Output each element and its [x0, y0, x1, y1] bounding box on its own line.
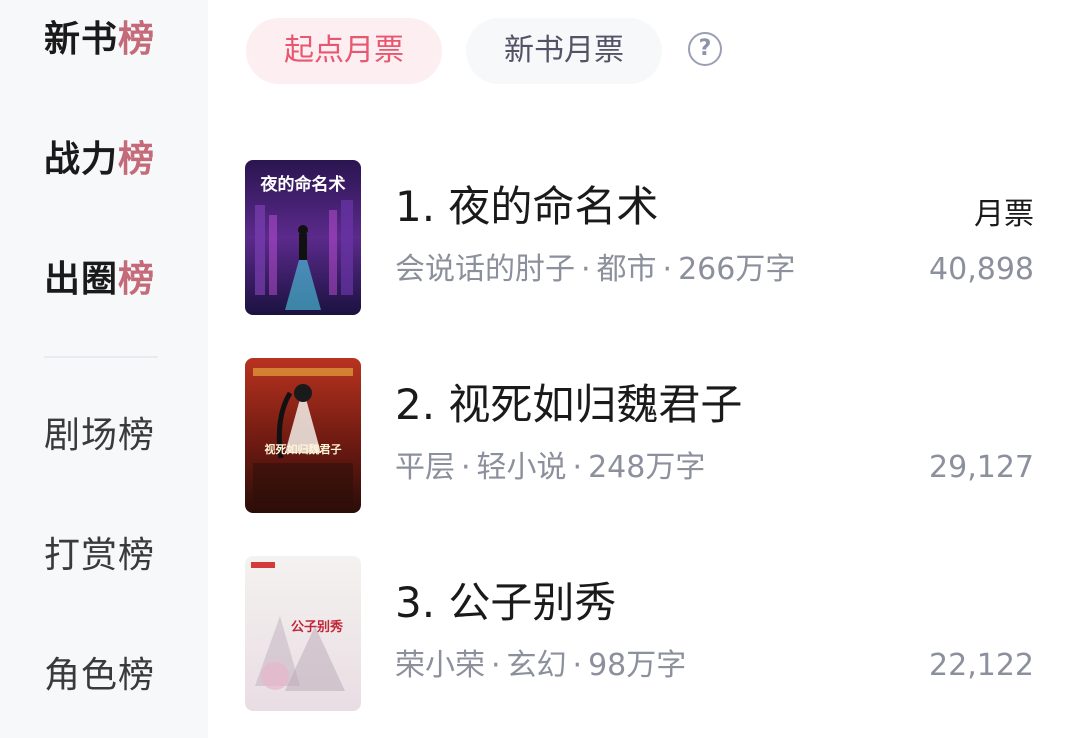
sidebar-item-theater[interactable]: 剧场榜: [44, 414, 155, 458]
sidebar-item-power[interactable]: 战力榜: [44, 138, 155, 182]
book-cover[interactable]: 夜的命名术: [245, 160, 361, 315]
tab-qidian-monthly[interactable]: 起点月票: [246, 18, 442, 84]
sidebar-item-label: 新书: [44, 19, 119, 60]
sidebar-item-new-books[interactable]: 新书榜: [44, 18, 155, 62]
sidebar-item-label-accent: 榜: [118, 19, 156, 60]
book-meta: 荣小荣 · 玄幻 · 98万字: [395, 646, 686, 686]
tab-new-book-monthly[interactable]: 新书月票: [466, 18, 662, 84]
sidebar-item-reward[interactable]: 打赏榜: [44, 534, 155, 578]
cover-title-text: 视死如归魏君子: [265, 442, 342, 456]
monthly-ticket-count: 22,122: [929, 648, 1034, 683]
meta-separator: ·: [572, 450, 583, 485]
cover-title-text: 夜的命名术: [260, 174, 346, 195]
book-word-count: 248万字: [588, 450, 706, 485]
sidebar-item-label: 战力: [44, 139, 119, 180]
book-genre: 轻小说: [476, 450, 567, 485]
sidebar-item-label: 出圈: [44, 259, 119, 300]
sidebar-item-breakout[interactable]: 出圈榜: [44, 258, 155, 302]
book-word-count: 266万字: [678, 252, 796, 287]
book-author[interactable]: 平层: [395, 450, 455, 485]
book-cover[interactable]: 公子别秀: [245, 556, 361, 711]
book-author[interactable]: 会说话的肘子: [395, 252, 575, 287]
book-genre: 玄幻: [506, 648, 567, 683]
sidebar: 新书榜 战力榜 出圈榜 剧场榜 打赏榜 角色榜: [0, 0, 208, 738]
monthly-ticket-count: 40,898: [929, 252, 1034, 287]
book-meta: 平层 · 轻小说 · 248万字: [395, 448, 705, 488]
book-title[interactable]: 3. 公子别秀: [395, 578, 616, 628]
book-meta: 会说话的肘子 · 都市 · 266万字: [395, 250, 795, 290]
sidebar-item-label-accent: 榜: [118, 259, 156, 300]
meta-separator: ·: [581, 252, 591, 287]
monthly-ticket-count: 29,127: [929, 450, 1034, 485]
book-title[interactable]: 1. 夜的命名术: [395, 182, 658, 232]
sidebar-divider: [44, 356, 158, 358]
meta-separator: ·: [461, 450, 471, 485]
monthly-ticket-header: 月票: [974, 197, 1034, 232]
book-cover[interactable]: 视死如归魏君子: [245, 358, 361, 513]
cover-title-text: 公子别秀: [291, 619, 344, 635]
sidebar-item-label-accent: 榜: [118, 139, 156, 180]
meta-separator: ·: [662, 252, 673, 287]
book-author[interactable]: 荣小荣: [395, 648, 485, 683]
question-circle-icon[interactable]: ?: [688, 32, 722, 66]
book-word-count: 98万字: [588, 648, 687, 683]
book-genre: 都市: [596, 252, 657, 287]
book-title[interactable]: 2. 视死如归魏君子: [395, 380, 742, 430]
meta-separator: ·: [491, 648, 501, 683]
sidebar-item-character[interactable]: 角色榜: [44, 654, 155, 698]
meta-separator: ·: [572, 648, 583, 683]
